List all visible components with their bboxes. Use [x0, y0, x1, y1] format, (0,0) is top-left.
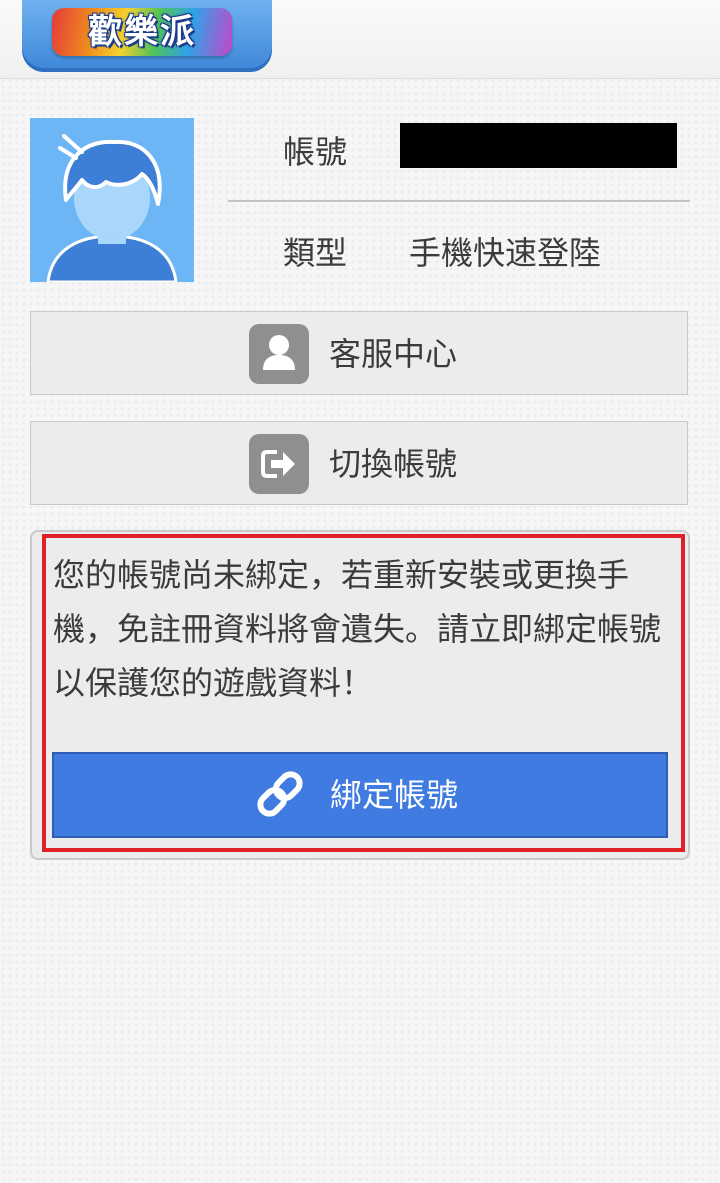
bind-account-button[interactable]: 綁定帳號: [52, 752, 668, 838]
customer-service-button[interactable]: 客服中心: [30, 311, 688, 395]
account-value-redacted: [400, 123, 677, 168]
customer-service-label: 客服中心: [329, 335, 458, 373]
logout-icon: [249, 434, 309, 494]
account-label: 帳號: [283, 133, 348, 171]
link-icon: [257, 771, 303, 817]
bind-warning-message: 您的帳號尚未綁定，若重新安裝或更換手機，免註冊資料將會遺失。請立即綁定帳號以保護…: [53, 556, 662, 702]
type-label: 類型: [283, 234, 348, 272]
bind-account-label: 綁定帳號: [330, 776, 459, 814]
switch-account-label: 切換帳號: [329, 445, 458, 483]
avatar: [30, 118, 194, 284]
type-value: 手機快速登陸: [409, 234, 602, 272]
logo-text: 歡樂派: [88, 12, 196, 52]
switch-account-button[interactable]: 切換帳號: [30, 421, 688, 505]
divider: [228, 200, 690, 202]
top-bar: 歡樂派: [0, 0, 720, 79]
person-icon: [249, 324, 309, 384]
avatar-silhouette-icon: [30, 118, 194, 284]
